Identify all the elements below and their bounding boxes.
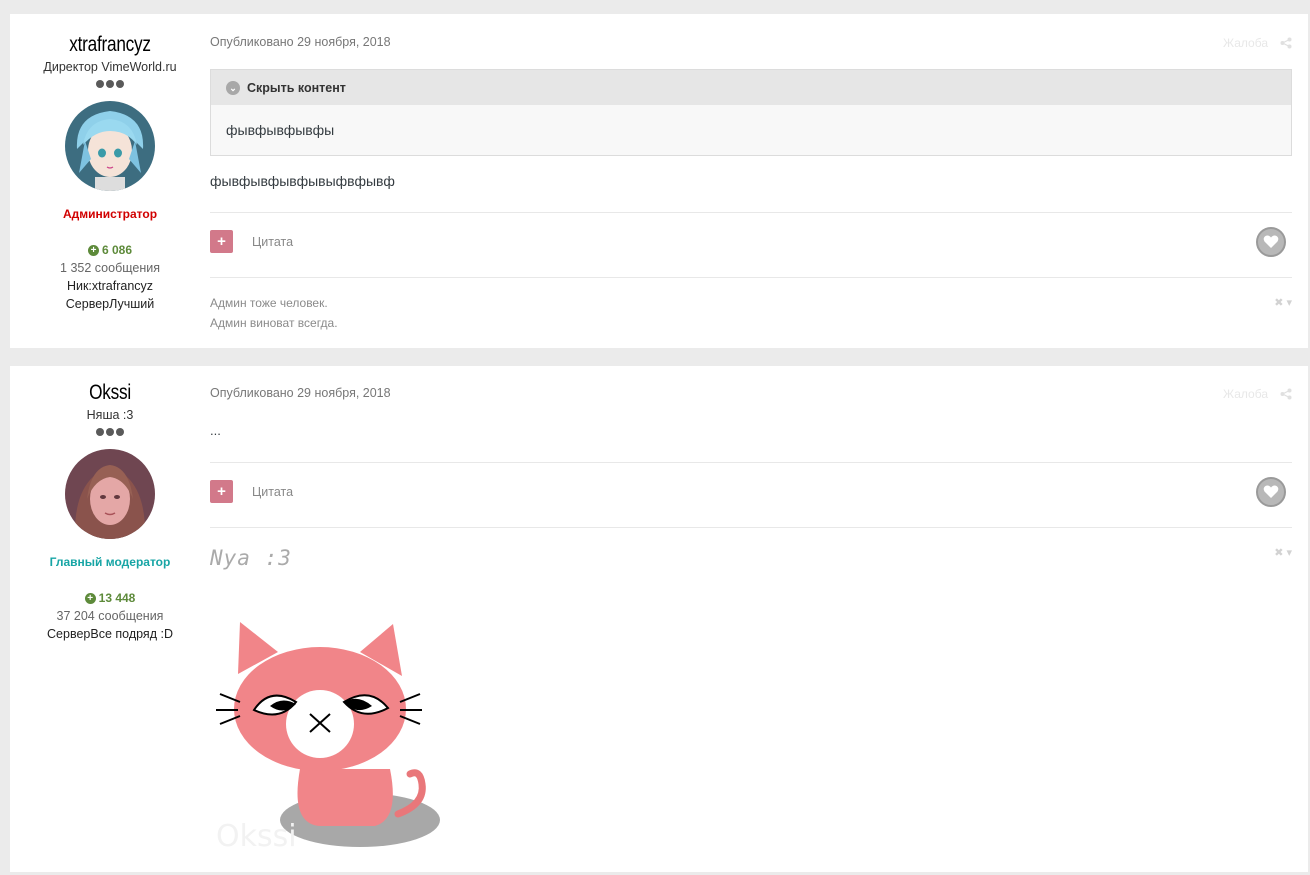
signature-close-icon[interactable]: ✖ ▾ [1274, 546, 1292, 559]
author-title: Няша :3 [86, 408, 134, 422]
report-link[interactable]: Жалоба [1223, 387, 1268, 401]
quote-button[interactable]: Цитата [252, 485, 293, 499]
profile-field: СерверВсе подряд :D [47, 627, 173, 641]
heart-icon [1263, 235, 1279, 248]
divider [210, 277, 1292, 278]
signature-line: Админ тоже человек. [210, 296, 328, 310]
author-name[interactable]: xtrafrancyz [28, 33, 192, 57]
chevron-down-icon: ⌄ [226, 80, 240, 95]
signature-line: Админ виноват всегда. [210, 316, 338, 330]
spoiler-block: ⌄ Скрыть контент фывфывфывфы [210, 69, 1292, 156]
author-name[interactable]: Okssi [28, 381, 192, 405]
post-count: 37 204 сообщения [56, 609, 164, 623]
spoiler-content: фывфывфывфы [226, 122, 335, 138]
post-date[interactable]: Опубликовано 29 ноября, 2018 [210, 35, 391, 49]
watermark-text: Okssi [216, 819, 297, 854]
spoiler-toggle[interactable]: ⌄ Скрыть контент [211, 70, 1291, 105]
heart-icon [1263, 485, 1279, 498]
post-body: ... [210, 423, 221, 438]
plus-circle-icon: + [87, 244, 99, 256]
report-link[interactable]: Жалоба [1223, 36, 1268, 50]
author-title: Директор VimeWorld.ru [43, 60, 177, 74]
avatar[interactable] [65, 449, 155, 539]
multiquote-button[interactable]: + [210, 480, 233, 503]
post-2: Okssi Няша :3 Главный модератор + 13 448… [10, 366, 1308, 872]
multiquote-button[interactable]: + [210, 230, 233, 253]
author-group: Администратор [62, 207, 158, 221]
share-icon[interactable] [1280, 37, 1292, 49]
plus-circle-icon: + [84, 592, 96, 604]
profile-field: СерверЛучший [65, 297, 155, 311]
divider [210, 462, 1292, 463]
post-content: Опубликовано 29 ноября, 2018 Жалоба ⌄ Ск… [210, 14, 1292, 348]
post-content: Опубликовано 29 ноября, 2018 Жалоба ... … [210, 366, 1292, 872]
post-actions: + Цитата [210, 227, 1292, 257]
post-body: фывфывфывфывыфвфывф [210, 173, 395, 189]
author-group: Главный модератор [49, 555, 171, 569]
post-1: xtrafrancyz Директор VimeWorld.ru Админи… [10, 14, 1308, 348]
reputation: + 13 448 [10, 591, 210, 605]
divider [210, 527, 1292, 528]
signature-close-icon[interactable]: ✖ ▾ [1274, 296, 1292, 309]
post-count: 1 352 сообщения [60, 261, 160, 275]
signature-cat-image: Okssi [216, 622, 440, 854]
reaction-button[interactable] [1256, 477, 1286, 507]
quote-button[interactable]: Цитата [252, 235, 293, 249]
reaction-button[interactable] [1256, 227, 1286, 257]
reputation-value: 6 086 [101, 243, 133, 257]
reputation-value: 13 448 [98, 591, 136, 605]
divider [210, 212, 1292, 213]
rank-pips [10, 428, 210, 436]
spoiler-title: Скрыть контент [247, 80, 346, 95]
post-actions: + Цитата [210, 477, 1292, 507]
avatar[interactable] [65, 101, 155, 191]
share-icon[interactable] [1280, 388, 1292, 400]
reputation: + 6 086 [10, 243, 210, 257]
profile-field: Ник:xtrafrancyz [66, 279, 154, 293]
post-date[interactable]: Опубликовано 29 ноября, 2018 [210, 386, 391, 400]
signature-text: Nya :3 [210, 546, 292, 570]
rank-pips [10, 80, 210, 88]
author-panel: Okssi Няша :3 Главный модератор + 13 448… [10, 366, 210, 641]
author-panel: xtrafrancyz Директор VimeWorld.ru Админи… [10, 14, 210, 311]
